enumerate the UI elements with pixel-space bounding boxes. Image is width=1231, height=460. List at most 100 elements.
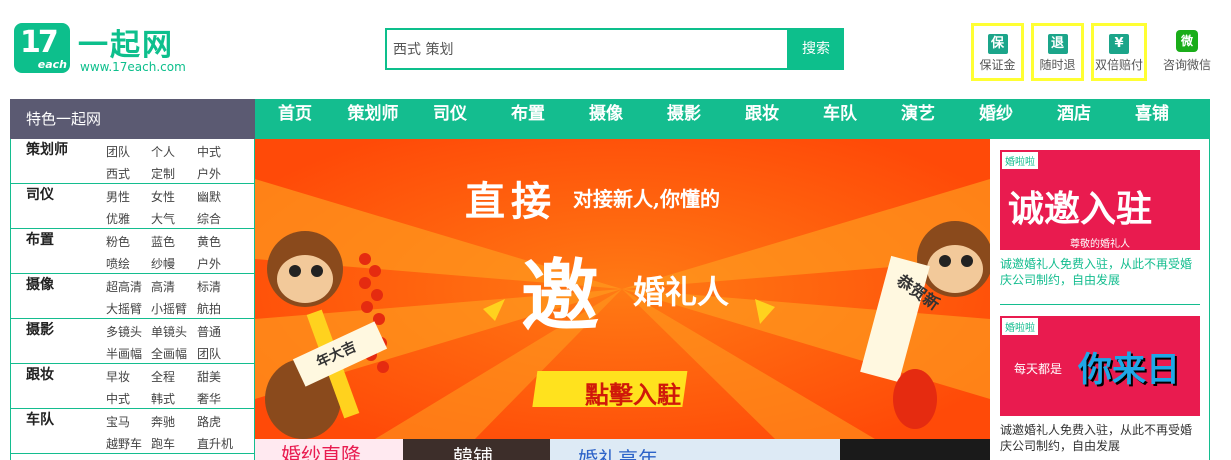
sidebar-tag[interactable]: 宝马 bbox=[106, 413, 130, 430]
sidebar-category-name[interactable]: 摄像 bbox=[26, 274, 54, 319]
sidebar-tag[interactable]: 喷绘 bbox=[106, 255, 130, 272]
banner-cta[interactable]: 點擊入駐 bbox=[585, 375, 681, 410]
banner-headline: 直接 bbox=[465, 178, 557, 225]
sidebar-category-7: 车队 宝马 奔驰 路虎越野车 跑车 直升机 bbox=[11, 409, 254, 454]
double-compensation-badge[interactable]: ¥ 双倍赔付 bbox=[1091, 23, 1147, 81]
ad-sub: 尊敬的婚礼人 bbox=[1070, 239, 1130, 250]
wechat-label: 咨询微信 bbox=[1162, 58, 1211, 72]
sidebar-tag[interactable]: 韩式 bbox=[151, 390, 175, 407]
ad-brand: 婚啦啦 bbox=[1002, 152, 1038, 169]
logo-text[interactable]: 一起网 bbox=[78, 20, 174, 64]
sidebar-tag[interactable]: 黄色 bbox=[197, 233, 221, 250]
ad-card-join[interactable]: 婚啦啦 诚邀入驻 尊敬的婚礼人 bbox=[1000, 150, 1200, 250]
sidebar-tag[interactable]: 甜美 bbox=[197, 368, 221, 385]
sidebar-tag[interactable]: 标清 bbox=[197, 278, 221, 295]
thumb-wedding-dress[interactable]: 婚纱直降 bbox=[255, 439, 403, 460]
sidebar-tag[interactable]: 西式 bbox=[106, 165, 130, 182]
promo-banner[interactable]: 直接 对接新人,你懂的 邀 婚礼人 點擊入駐 年大吉 恭贺新 bbox=[255, 139, 990, 439]
logo-mark-sub: each bbox=[37, 58, 67, 71]
sidebar-tag[interactable]: 定制 bbox=[151, 165, 175, 182]
nav-video[interactable]: 摄像 bbox=[586, 99, 626, 139]
sidebar-tag[interactable]: 优雅 bbox=[106, 210, 130, 227]
sidebar-tag[interactable]: 单镜头 bbox=[151, 323, 187, 340]
sidebar-category-name[interactable]: 策划师 bbox=[26, 139, 68, 184]
sidebar-tag[interactable]: 个人 bbox=[151, 143, 175, 160]
sidebar-category-name[interactable]: 布置 bbox=[26, 229, 54, 274]
nav-planner[interactable]: 策划师 bbox=[343, 99, 403, 139]
sidebar-tag[interactable]: 奔驰 bbox=[151, 413, 175, 430]
nav-cars[interactable]: 车队 bbox=[820, 99, 860, 139]
sidebar-tag[interactable]: 团队 bbox=[106, 143, 130, 160]
ad-card-daily[interactable]: 婚啦啦 每天都是 你来日 bbox=[1000, 316, 1200, 416]
nav-performance[interactable]: 演艺 bbox=[898, 99, 938, 139]
sidebar-tag[interactable]: 普通 bbox=[197, 323, 221, 340]
sidebar-tag[interactable]: 蓝色 bbox=[151, 233, 175, 250]
sidebar-tag[interactable]: 直升机 bbox=[197, 435, 233, 452]
logo-url: www.17each.com bbox=[80, 60, 186, 74]
sidebar-tag[interactable]: 跑车 bbox=[151, 435, 175, 452]
sidebar-tag[interactable]: 大气 bbox=[151, 210, 175, 227]
ad-brand: 婚啦啦 bbox=[1002, 318, 1038, 335]
nav-home[interactable]: 首页 bbox=[275, 99, 315, 139]
sidebar-tag[interactable]: 小摇臂 bbox=[151, 300, 187, 317]
nav-photo[interactable]: 摄影 bbox=[664, 99, 704, 139]
sidebar-category-3: 布置 粉色 蓝色 黄色喷绘 纱幔 户外 bbox=[11, 229, 254, 274]
sidebar-tag[interactable]: 全画幅 bbox=[151, 345, 187, 362]
thumb-wedding-season[interactable]: 婚礼高年 bbox=[550, 439, 840, 460]
double-compensation-label: 双倍赔付 bbox=[1094, 58, 1143, 72]
sidebar-category-name[interactable]: 跟妆 bbox=[26, 364, 54, 409]
sidebar-tag[interactable]: 户外 bbox=[197, 255, 221, 272]
logo-mark-text: 17 bbox=[20, 25, 59, 60]
sidebar-tag[interactable]: 高清 bbox=[151, 278, 175, 295]
nav-host[interactable]: 司仪 bbox=[430, 99, 470, 139]
sidebar-tag[interactable]: 多镜头 bbox=[106, 323, 142, 340]
search-input[interactable] bbox=[387, 30, 787, 68]
sidebar-tag[interactable]: 女性 bbox=[151, 188, 175, 205]
sidebar-tag[interactable]: 粉色 bbox=[106, 233, 130, 250]
nav-hotel[interactable]: 酒店 bbox=[1054, 99, 1094, 139]
sidebar-tag[interactable]: 中式 bbox=[197, 143, 221, 160]
nav-category-label[interactable]: 特色一起网 bbox=[10, 99, 255, 139]
sidebar-tag[interactable]: 全程 bbox=[151, 368, 175, 385]
sidebar-tag[interactable]: 团队 bbox=[197, 345, 221, 362]
deposit-label: 保证金 bbox=[979, 58, 1016, 72]
nav-candy-shop[interactable]: 喜铺 bbox=[1132, 99, 1172, 139]
nav-makeup[interactable]: 跟妆 bbox=[742, 99, 782, 139]
sidebar-tag[interactable]: 航拍 bbox=[197, 300, 221, 317]
sidebar-tag[interactable]: 越野车 bbox=[106, 435, 142, 452]
wechat-consult[interactable]: 微 咨询微信 bbox=[1160, 30, 1214, 73]
sidebar-tag[interactable]: 幽默 bbox=[197, 188, 221, 205]
sidebar-category-4: 摄像 超高清 高清 标清大摇臂 小摇臂 航拍 bbox=[11, 274, 254, 319]
refund-badge[interactable]: 退 随时退 bbox=[1031, 23, 1084, 81]
thumb-shop-label: 韓铺 bbox=[453, 445, 493, 460]
sidebar-tag[interactable]: 半画幅 bbox=[106, 345, 142, 362]
search-button[interactable]: 搜索 bbox=[788, 28, 844, 70]
nav-wedding-dress[interactable]: 婚纱 bbox=[976, 99, 1016, 139]
sidebar-tag[interactable]: 户外 bbox=[197, 165, 221, 182]
sidebar-category-name[interactable]: 司仪 bbox=[26, 184, 54, 229]
sidebar-tag[interactable]: 综合 bbox=[197, 210, 221, 227]
sidebar-category-1: 策划师 团队 个人 中式西式 定制 户外 bbox=[11, 139, 254, 184]
sidebar-tag[interactable]: 大摇臂 bbox=[106, 300, 142, 317]
refund-label: 随时退 bbox=[1039, 58, 1076, 72]
deposit-badge[interactable]: 保 保证金 bbox=[971, 23, 1024, 81]
nav-decoration[interactable]: 布置 bbox=[508, 99, 548, 139]
sidebar-tag[interactable]: 男性 bbox=[106, 188, 130, 205]
ad-desc[interactable]: 诚邀婚礼人免费入驻，从此不再受婚庆公司制约，自由发展 bbox=[1000, 256, 1200, 288]
thumb-shop[interactable]: 韓铺 bbox=[403, 439, 550, 460]
sidebar-tag[interactable]: 超高清 bbox=[106, 278, 142, 295]
ad-desc[interactable]: 诚邀婚礼人免费入驻，从此不再受婚庆公司制约，自由发展 bbox=[1000, 422, 1200, 454]
thumb-dark[interactable] bbox=[840, 439, 990, 460]
logo-icon[interactable]: 17 each bbox=[14, 23, 70, 73]
thumb-wedding-dress-label: 婚纱直降 bbox=[281, 443, 361, 460]
sidebar-tag[interactable]: 纱幔 bbox=[151, 255, 175, 272]
search-box bbox=[385, 28, 789, 70]
sidebar-tag[interactable]: 中式 bbox=[106, 390, 130, 407]
sidebar-tag[interactable]: 奢华 bbox=[197, 390, 221, 407]
sidebar-category-2: 司仪 男性 女性 幽默优雅 大气 综合 bbox=[11, 184, 254, 229]
sidebar-category-name[interactable]: 车队 bbox=[26, 409, 54, 454]
sidebar-tag[interactable]: 路虎 bbox=[197, 413, 221, 430]
sidebar-category-name[interactable]: 摄影 bbox=[26, 319, 54, 364]
banner-main-char: 邀 bbox=[521, 251, 600, 342]
sidebar-tag[interactable]: 早妆 bbox=[106, 368, 130, 385]
